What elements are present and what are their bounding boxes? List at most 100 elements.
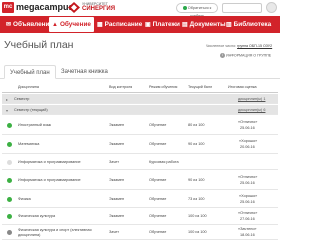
study-mode: Обучение	[149, 142, 167, 146]
final-grade: «Хорошо»	[239, 194, 258, 198]
discipline-name[interactable]: Математика	[18, 142, 39, 146]
column-score[interactable]: Текущий балл	[188, 81, 212, 93]
grade-date: 27.06.16	[240, 217, 255, 221]
discipline-name[interactable]: Иностранный язык	[18, 123, 51, 127]
nav-item-announcements[interactable]: ✉ Объявления	[6, 16, 53, 33]
grade-date: 25.06.16	[240, 181, 255, 185]
synergy-logo-icon	[68, 2, 80, 13]
semester-disciplines-count[interactable]: дисциплин(ы) 6	[238, 108, 265, 112]
table-header: Дисциплина Вид контроля Режим обучения Т…	[2, 81, 278, 93]
final-grade: «Зачтено»	[238, 227, 257, 231]
status-dot-icon	[7, 160, 12, 165]
group-info-label: Численное число:	[206, 44, 237, 48]
nav-item-label: Платежи	[152, 21, 180, 28]
control-type: Экзамен	[109, 214, 125, 218]
group-info-value[interactable]: группа ОБП-15 ОЗУ2	[237, 44, 272, 48]
discipline-name[interactable]: Физическая культура и спорт (элективная …	[18, 228, 100, 237]
discipline-name[interactable]: Информатика и программирование	[18, 160, 81, 164]
discipline-name[interactable]: Физика	[18, 197, 31, 201]
study-mode: Обучение	[149, 214, 167, 218]
document-icon: ▤	[182, 22, 188, 28]
tab-curriculum[interactable]: Учебный план	[4, 65, 56, 79]
study-mode: Обучение	[149, 230, 167, 234]
nav-item-learning[interactable]: ▲ Обучение	[49, 17, 94, 32]
discipline-name[interactable]: Физическая культура	[18, 214, 55, 218]
current-score: 100 из 100	[188, 230, 207, 234]
grade-date: 18.06.16	[240, 233, 255, 237]
column-grade[interactable]: Итоговая оценка	[228, 81, 257, 93]
chevron-down-icon: ▾	[6, 108, 9, 113]
megacampus-logo-text[interactable]: megacampus	[16, 2, 74, 13]
nav-item-payments[interactable]: ▣ Платежи	[145, 16, 180, 33]
status-dot-icon	[7, 197, 12, 202]
final-grade: «Отлично»	[238, 175, 258, 179]
info-icon: i	[220, 53, 225, 58]
semester-group-row[interactable]: ▸ Семестр дисциплин(ы) 1	[2, 94, 278, 104]
nav-item-library[interactable]: ▥ Библиотека	[226, 16, 271, 33]
current-score: 100 из 100	[188, 214, 207, 218]
group-info: Численное число: группа ОБП-15 ОЗУ2	[206, 44, 272, 48]
control-type: Зачет	[109, 160, 120, 164]
column-mode[interactable]: Режим обучения	[149, 81, 177, 93]
megaphone-icon: ✉	[6, 22, 12, 28]
study-mode: Обучение	[149, 123, 167, 127]
column-control[interactable]: Вид контроля	[109, 81, 132, 93]
help-button[interactable]: Обратиться к учебник	[176, 3, 218, 18]
book-icon: ▥	[226, 22, 232, 28]
nav-item-label: Документы	[189, 21, 226, 28]
nav-item-label: Библиотека	[233, 21, 272, 28]
status-dot-icon	[7, 178, 12, 183]
discipline-name[interactable]: Информатика и программирование	[18, 178, 81, 182]
grade-date: 25.06.16	[240, 200, 255, 204]
status-dot-icon	[7, 214, 12, 219]
megacampus-logo-mark[interactable]: mc	[2, 2, 14, 13]
semester-label: Семестр	[14, 97, 30, 101]
semester-group-row[interactable]: ▾ Семестр (текущий) дисциплин(ы) 6	[2, 105, 278, 115]
university-name: СИНЕРГИЯ	[82, 6, 116, 12]
chevron-right-icon: ▸	[6, 97, 9, 102]
table-row[interactable]: Информатика и программирование Экзамен О…	[2, 171, 278, 190]
nav-item-label: Объявления	[13, 21, 54, 28]
table-row[interactable]: Физическая культура Экзамен Обучение 100…	[2, 209, 278, 225]
grade-date: 20.06.16	[240, 145, 255, 149]
control-type: Экзамен	[109, 178, 125, 182]
table-row[interactable]: Информатика и программирование Зачет Кур…	[2, 155, 278, 170]
column-discipline[interactable]: Дисциплина	[18, 81, 39, 93]
current-score: 80 из 100	[188, 123, 205, 127]
study-mode: Обучение	[149, 197, 167, 201]
nav-item-label: Расписание	[104, 21, 143, 28]
control-type: Экзамен	[109, 123, 125, 127]
control-type: Экзамен	[109, 142, 125, 146]
study-mode: Курсовая работа	[149, 160, 179, 164]
online-status-icon	[182, 6, 187, 10]
table-row[interactable]: Физика Экзамен Обучение 73 из 100 «Хорош…	[2, 191, 278, 208]
table-row[interactable]: Математика Экзамен Обучение 90 из 100 «Х…	[2, 136, 278, 154]
semester-disciplines-count[interactable]: дисциплин(ы) 1	[238, 97, 265, 101]
main-nav: ✉ Объявления ▲ Обучение ▦ Расписание ▣ Плате…	[0, 16, 280, 33]
semester-label: Семестр (текущий)	[14, 108, 48, 112]
nav-item-label: Обучение	[59, 21, 91, 28]
page-title: Учебный план	[4, 39, 74, 51]
avatar[interactable]	[266, 2, 277, 13]
tabs: Учебный план Зачетная книжка	[0, 62, 280, 79]
graduation-cap-icon: ▲	[52, 22, 58, 28]
final-grade: «Хорошо»	[239, 139, 258, 143]
table-row[interactable]: Иностранный язык Экзамен Обучение 80 из …	[2, 116, 278, 135]
top-bar: mc megacampus УНИВЕРСИТЕТ СИНЕРГИЯ Обрат…	[0, 0, 280, 18]
table-row[interactable]: Физическая культура и спорт (элективная …	[2, 226, 278, 240]
status-dot-icon	[7, 123, 12, 128]
nav-item-schedule[interactable]: ▦ Расписание	[97, 16, 142, 33]
wallet-icon: ▣	[145, 22, 151, 28]
tab-record-book[interactable]: Зачетная книжка	[56, 65, 113, 79]
final-grade: «Отлично»	[238, 211, 258, 215]
nav-item-documents[interactable]: ▤ Документы	[182, 16, 226, 33]
group-info-link[interactable]: i ИНФОРМАЦИЯ О ГРУППЕ	[220, 53, 271, 58]
group-info-link-label: ИНФОРМАЦИЯ О ГРУППЕ	[226, 53, 272, 58]
control-type: Зачет	[109, 230, 120, 234]
current-score: 90 из 100	[188, 178, 205, 182]
final-grade: «Отлично»	[238, 120, 258, 124]
status-dot-icon	[7, 230, 12, 235]
study-mode: Обучение	[149, 178, 167, 182]
control-type: Экзамен	[109, 197, 125, 201]
user-menu[interactable]	[222, 3, 262, 13]
